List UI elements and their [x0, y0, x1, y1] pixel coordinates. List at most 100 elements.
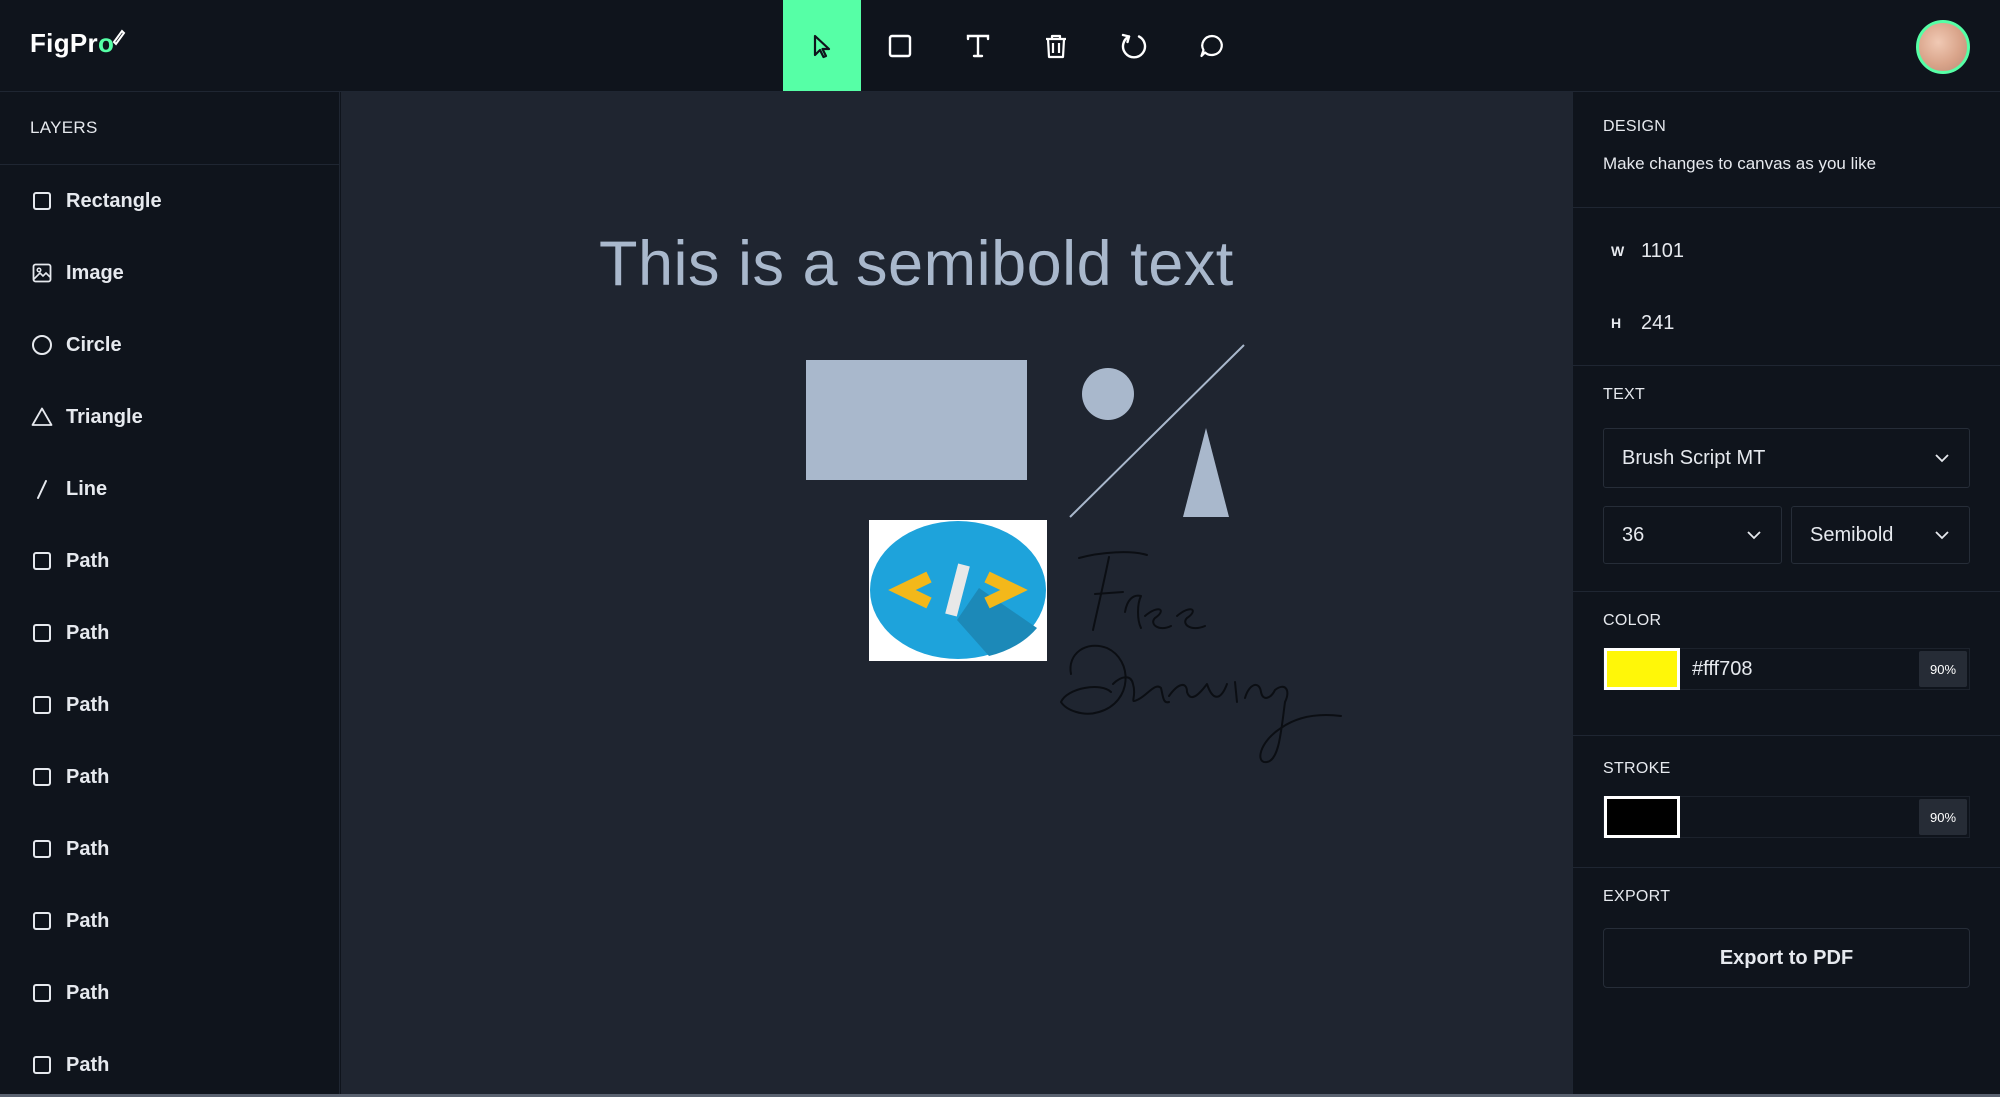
design-title: DESIGN [1603, 118, 1667, 135]
text-tool-button[interactable] [939, 0, 1017, 91]
font-size-select[interactable]: 36 [1603, 506, 1782, 564]
height-label: H [1611, 315, 1622, 331]
width-input[interactable]: 1101 [1641, 240, 1684, 263]
pen-icon [112, 29, 126, 46]
layers-list: Rectangle Image Circle Triangle Line Path Path… [0, 165, 339, 1095]
layer-item-image[interactable]: Image [0, 237, 339, 309]
layer-item-label: Circle [66, 333, 122, 356]
font-options-row: 36 Semibold [1603, 506, 1970, 564]
font-family-select[interactable]: Brush Script MT [1603, 428, 1970, 488]
stroke-opacity[interactable]: 90% [1919, 799, 1967, 835]
square-icon [30, 981, 54, 1005]
top-bar: FigPro [0, 0, 2000, 92]
font-size-value: 36 [1622, 523, 1645, 546]
layer-item-path[interactable]: Path [0, 669, 339, 741]
canvas-rectangle[interactable] [806, 360, 1027, 480]
chevron-down-icon [1935, 531, 1949, 540]
width-row: W 1101 [1603, 215, 1970, 287]
layer-item-path[interactable]: Path [0, 741, 339, 813]
toolbar [783, 0, 1251, 91]
text-icon [966, 34, 990, 57]
logo-text: FigPr [30, 28, 98, 58]
trash-icon [1046, 34, 1066, 58]
square-icon [30, 549, 54, 573]
cursor-icon [813, 34, 831, 58]
triangle-icon [30, 405, 54, 429]
layer-item-path[interactable]: Path [0, 957, 339, 1029]
square-icon [888, 34, 912, 57]
canvas-image[interactable] [869, 520, 1047, 661]
layer-item-triangle[interactable]: Triangle [0, 381, 339, 453]
canvas-freehand-path[interactable] [1060, 551, 1342, 764]
height-input[interactable]: 241 [1641, 312, 1674, 335]
text-title: TEXT [1603, 386, 1646, 403]
font-weight-value: Semibold [1810, 523, 1894, 546]
layer-item-label: Triangle [66, 405, 143, 428]
image-icon [30, 261, 54, 285]
layer-item-label: Path [66, 549, 110, 572]
width-label: W [1611, 243, 1625, 259]
square-icon [30, 189, 54, 213]
layer-item-label: Image [66, 261, 124, 284]
stroke-color-row: 90% [1603, 796, 1970, 838]
color-title: COLOR [1603, 612, 1662, 629]
design-panel: DESIGN Make changes to canvas as you lik… [1572, 92, 2000, 1095]
fill-color-hex[interactable]: #fff708 [1680, 658, 1919, 681]
design-section: DESIGN Make changes to canvas as you lik… [1573, 92, 2000, 208]
stroke-section: STROKE 90% [1573, 736, 2000, 868]
comment-icon [1200, 34, 1223, 57]
canvas-triangle[interactable] [1183, 428, 1229, 517]
layer-item-label: Path [66, 837, 110, 860]
canvas-text[interactable]: This is a semibold text [599, 228, 1234, 300]
layer-item-path[interactable]: Path [0, 813, 339, 885]
layer-item-path[interactable]: Path [0, 885, 339, 957]
reset-tool-button[interactable] [1095, 0, 1173, 91]
app-logo: FigPro [30, 28, 126, 59]
delete-tool-button[interactable] [1017, 0, 1095, 91]
chevron-down-icon [1935, 454, 1949, 463]
layer-item-label: Path [66, 621, 110, 644]
layer-item-circle[interactable]: Circle [0, 309, 339, 381]
export-pdf-button[interactable]: Export to PDF [1603, 928, 1970, 988]
stroke-color-swatch[interactable] [1604, 796, 1680, 838]
layer-item-label: Line [66, 477, 108, 500]
layer-item-path[interactable]: Path [0, 1029, 339, 1095]
square-icon [30, 693, 54, 717]
text-section: TEXT Brush Script MT 36 Semibold [1573, 366, 2000, 592]
layer-item-line[interactable]: Line [0, 453, 339, 525]
fill-color-row: #fff708 90% [1603, 648, 1970, 690]
select-tool-button[interactable] [783, 0, 861, 91]
font-weight-select[interactable]: Semibold [1791, 506, 1970, 564]
reset-icon [1121, 33, 1147, 58]
circle-icon [30, 333, 54, 357]
square-icon [30, 621, 54, 645]
canvas[interactable]: This is a semibold text [341, 92, 1572, 1095]
layer-item-label: Path [66, 909, 110, 932]
square-icon [30, 765, 54, 789]
rectangle-tool-button[interactable] [861, 0, 939, 91]
layer-item-rectangle[interactable]: Rectangle [0, 165, 339, 237]
fill-color-swatch[interactable] [1604, 648, 1680, 690]
height-row: H 241 [1603, 287, 1970, 359]
layer-item-path[interactable]: Path [0, 525, 339, 597]
code-logo-icon [870, 521, 1046, 659]
canvas-circle[interactable] [1082, 368, 1134, 420]
layer-item-label: Path [66, 693, 110, 716]
square-icon [30, 837, 54, 861]
comment-tool-button[interactable] [1173, 0, 1251, 91]
layer-item-path[interactable]: Path [0, 597, 339, 669]
font-family-value: Brush Script MT [1622, 446, 1766, 469]
layer-item-label: Path [66, 1053, 110, 1076]
stroke-title: STROKE [1603, 760, 1671, 777]
fill-opacity[interactable]: 90% [1919, 651, 1967, 687]
user-avatar[interactable] [1916, 20, 1970, 74]
export-section: EXPORT Export to PDF [1573, 868, 2000, 988]
chevron-down-icon [1747, 531, 1761, 540]
layer-item-label: Path [66, 765, 110, 788]
layer-item-label: Rectangle [66, 189, 162, 212]
square-icon [30, 909, 54, 933]
layers-panel: LAYERS Rectangle Image Circle Triangle Line P… [0, 92, 340, 1095]
layer-item-label: Path [66, 981, 110, 1004]
line-icon [30, 477, 54, 501]
design-subtitle: Make changes to canvas as you like [1603, 154, 1877, 173]
